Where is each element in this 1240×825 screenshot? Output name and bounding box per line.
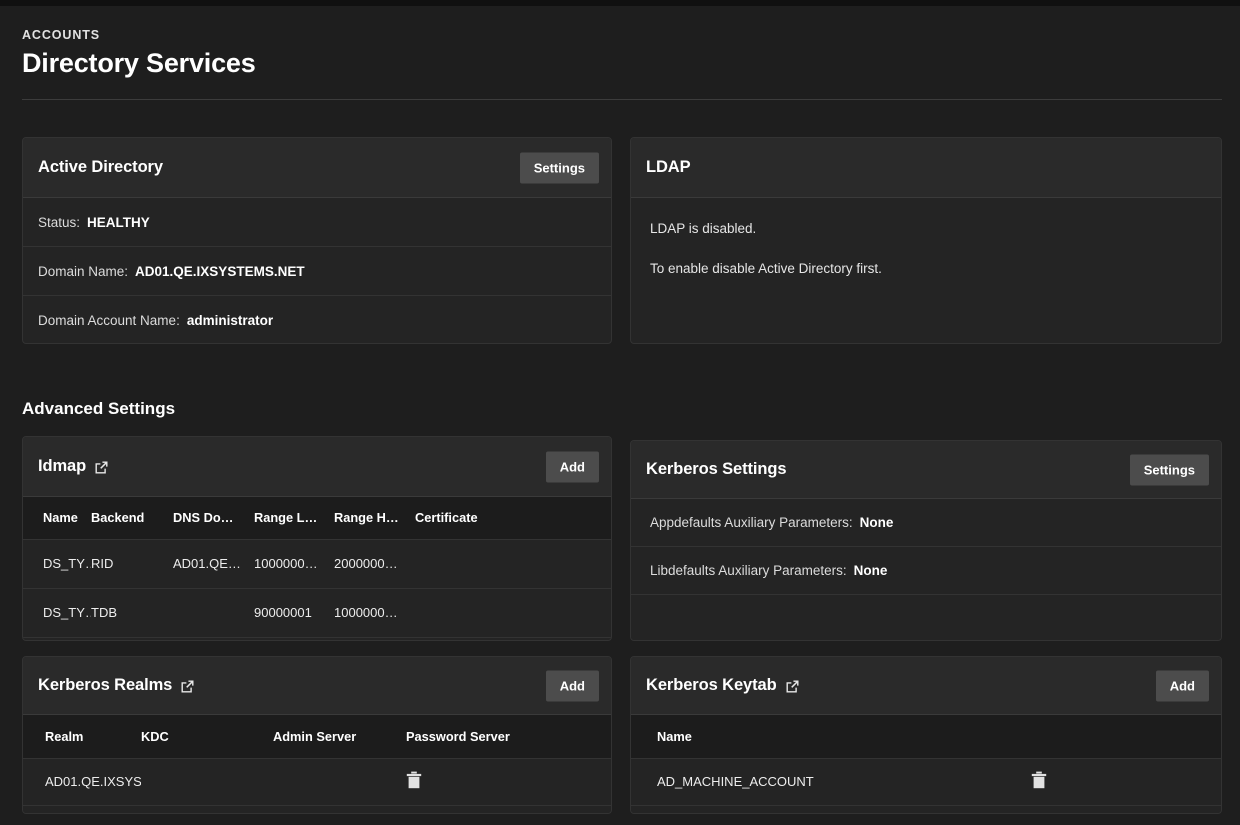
table-row[interactable]: AD_MACHINE_ACCOUNT [631, 758, 1221, 805]
idmap-add-button[interactable]: Add [546, 451, 599, 482]
appdefaults-value: None [860, 515, 894, 530]
ldap-enable-hint: To enable disable Active Directory first… [650, 262, 1202, 276]
realms-cell-actions [406, 758, 611, 805]
ad-status-label: Status: [38, 215, 80, 230]
kerberos-settings-button[interactable]: Settings [1130, 454, 1209, 485]
ad-domain-name-row: Domain Name: AD01.QE.IXSYSTEMS.NET [23, 247, 611, 296]
idmap-col-backend: Backend [91, 497, 173, 539]
idmap-cell-backend: RID [91, 539, 173, 588]
idmap-cell-backend: TDB [91, 588, 173, 637]
active-directory-title: Active Directory [38, 158, 163, 177]
trash-icon[interactable] [1031, 771, 1047, 789]
appdefaults-label: Appdefaults Auxiliary Parameters: [650, 515, 853, 530]
ldap-card: LDAP LDAP is disabled. To enable disable… [630, 137, 1222, 344]
kerberos-realms-card-header: Kerberos Realms Add [23, 657, 611, 715]
idmap-cell-name: DS_TY… [23, 539, 91, 588]
idmap-card: Idmap Add Name [22, 436, 612, 641]
idmap-col-range-high: Range H… [334, 497, 415, 539]
kerberos-keytab-table: Name AD_MACHINE_ACCOUNT [631, 715, 1221, 805]
ad-domain-name-value: AD01.QE.IXSYSTEMS.NET [135, 264, 305, 279]
realms-col-admin-server: Admin Server [273, 715, 406, 758]
libdefaults-value: None [854, 563, 888, 578]
idmap-cell-dns-domain: AD01.QE… [173, 539, 254, 588]
ad-domain-account-row: Domain Account Name: administrator [23, 296, 611, 344]
ldap-disabled-message: LDAP is disabled. [650, 222, 1202, 236]
kerberos-keytab-card-footer [631, 805, 1221, 813]
advanced-settings-heading: Advanced Settings [22, 399, 175, 419]
idmap-col-certificate: Certificate [415, 497, 611, 539]
page-title: Directory Services [22, 48, 256, 79]
kerberos-keytab-title: Kerberos Keytab [646, 676, 777, 695]
realms-col-kdc: KDC [141, 715, 273, 758]
ldap-body: LDAP is disabled. To enable disable Acti… [631, 198, 1221, 299]
realms-col-realm: Realm [23, 715, 141, 758]
realms-cell-realm: AD01.QE.IXSYS… [23, 758, 141, 805]
idmap-cell-dns-domain [173, 588, 254, 637]
idmap-table: Name Backend DNS Do… Range L… Range H… C… [23, 497, 611, 637]
idmap-cell-certificate [415, 539, 611, 588]
libdefaults-row: Libdefaults Auxiliary Parameters: None [631, 547, 1221, 595]
idmap-card-footer [23, 637, 611, 641]
libdefaults-label: Libdefaults Auxiliary Parameters: [650, 563, 847, 578]
keytab-cell-actions [1031, 758, 1221, 805]
table-row[interactable]: AD01.QE.IXSYS… [23, 758, 611, 805]
kerberos-keytab-card-header: Kerberos Keytab Add [631, 657, 1221, 715]
kerberos-settings-card-header: Kerberos Settings Settings [631, 441, 1221, 499]
idmap-col-range-low: Range L… [254, 497, 334, 539]
idmap-col-name: Name [23, 497, 91, 539]
title-divider [22, 99, 1222, 100]
realms-cell-admin-server [273, 758, 406, 805]
idmap-cell-range-high: 1000000… [334, 588, 415, 637]
idmap-card-header: Idmap Add [23, 437, 611, 497]
open-in-new-icon[interactable] [94, 460, 109, 475]
ad-status-value: HEALTHY [87, 215, 150, 230]
table-row[interactable]: DS_TY… TDB 90000001 1000000… [23, 588, 611, 637]
ad-domain-account-label: Domain Account Name: [38, 313, 180, 328]
ad-domain-account-value: administrator [187, 313, 273, 328]
kerberos-keytab-card: Kerberos Keytab Add Name [630, 656, 1222, 814]
ad-domain-name-label: Domain Name: [38, 264, 128, 279]
active-directory-card-header: Active Directory Settings [23, 138, 611, 198]
idmap-cell-name: DS_TY… [23, 588, 91, 637]
idmap-cell-range-low: 90000001 [254, 588, 334, 637]
keytab-col-actions [1031, 715, 1221, 758]
idmap-cell-certificate [415, 588, 611, 637]
open-in-new-icon[interactable] [785, 679, 800, 694]
keytab-cell-name: AD_MACHINE_ACCOUNT [631, 758, 1031, 805]
idmap-cell-range-high: 2000000… [334, 539, 415, 588]
keytab-col-name: Name [631, 715, 1031, 758]
ad-status-row: Status: HEALTHY [23, 198, 611, 247]
ldap-card-header: LDAP [631, 138, 1221, 198]
idmap-title: Idmap [38, 457, 86, 476]
kerberos-settings-title: Kerberos Settings [646, 460, 786, 479]
idmap-cell-range-low: 1000000… [254, 539, 334, 588]
active-directory-card: Active Directory Settings Status: HEALTH… [22, 137, 612, 344]
active-directory-settings-button[interactable]: Settings [520, 152, 599, 183]
kerberos-realms-title: Kerberos Realms [38, 676, 172, 695]
kerberos-realms-table: Realm KDC Admin Server Password Server A… [23, 715, 611, 805]
trash-icon[interactable] [406, 771, 422, 789]
appdefaults-row: Appdefaults Auxiliary Parameters: None [631, 499, 1221, 547]
directory-services-page: ACCOUNTS Directory Services Active Direc… [0, 6, 1240, 825]
kerberos-settings-card: Kerberos Settings Settings Appdefaults A… [630, 440, 1222, 641]
realms-col-password-server: Password Server [406, 715, 611, 758]
table-row[interactable]: DS_TY… RID AD01.QE… 1000000… 2000000… [23, 539, 611, 588]
idmap-col-dns-domain: DNS Do… [173, 497, 254, 539]
kerberos-realms-card: Kerberos Realms Add Realm [22, 656, 612, 814]
kerberos-keytab-add-button[interactable]: Add [1156, 670, 1209, 701]
ldap-title: LDAP [646, 158, 691, 177]
kerberos-realms-card-footer [23, 805, 611, 813]
kerberos-settings-card-footer [631, 595, 1221, 640]
realms-cell-kdc [141, 758, 273, 805]
breadcrumb: ACCOUNTS [22, 28, 100, 42]
open-in-new-icon[interactable] [180, 679, 195, 694]
kerberos-realms-add-button[interactable]: Add [546, 670, 599, 701]
